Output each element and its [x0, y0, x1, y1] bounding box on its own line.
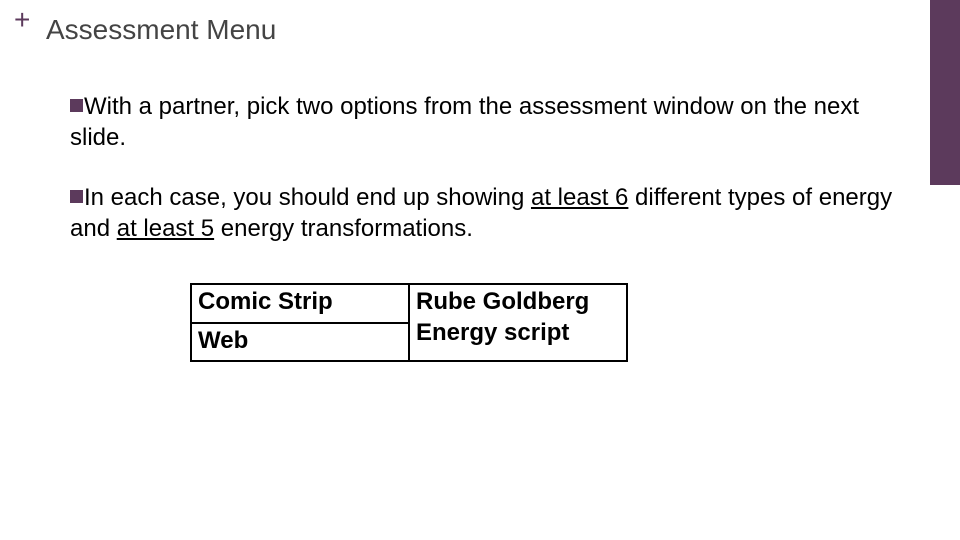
side-accent-bar: [930, 0, 960, 185]
page-title: Assessment Menu: [46, 14, 276, 46]
bullet-square-icon: [70, 99, 83, 112]
slide-body: With a partner, pick two options from th…: [70, 92, 920, 362]
bullet-2-c: energy transformations.: [214, 215, 473, 242]
bullet-2-u1: at least 6: [531, 184, 628, 211]
option-cell: Web: [191, 323, 409, 362]
option-cell-line2: Energy script: [416, 319, 569, 346]
options-table: Comic Strip Rube Goldberg Energy script …: [190, 283, 628, 362]
bullet-2-lead: In: [84, 184, 104, 211]
plus-icon: +: [14, 6, 30, 34]
option-cell: Rube Goldberg Energy script: [409, 284, 627, 361]
bullet-2-u2: at least 5: [117, 215, 214, 242]
bullet-1-rest: a partner, pick two options from the ass…: [70, 93, 859, 151]
bullet-2-a: each case, you should end up showing: [104, 184, 531, 211]
bullet-2: In each case, you should end up showing …: [70, 183, 920, 244]
bullet-square-icon: [70, 190, 83, 203]
option-cell: Comic Strip: [191, 284, 409, 323]
bullet-1-lead: With: [84, 93, 132, 120]
option-cell-line1: Rube Goldberg: [416, 288, 589, 315]
bullet-1: With a partner, pick two options from th…: [70, 92, 920, 153]
table-row: Comic Strip Rube Goldberg Energy script: [191, 284, 627, 323]
